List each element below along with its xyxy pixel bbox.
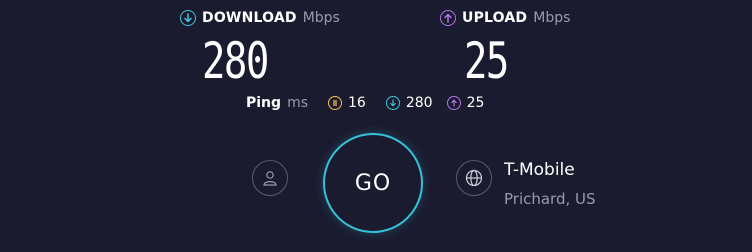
- download-header: DOWNLOAD Mbps: [180, 10, 340, 26]
- ping-download-value: 280: [405, 95, 433, 111]
- provider-location[interactable]: Prichard, US: [504, 190, 596, 208]
- provider-name[interactable]: T-Mobile: [504, 160, 575, 180]
- upload-unit: Mbps: [533, 10, 571, 26]
- ping-download: 280: [385, 95, 433, 111]
- download-unit: Mbps: [302, 10, 340, 26]
- ping-unit: ms: [287, 95, 308, 111]
- ping-row: Ping ms 16 280 25: [246, 95, 484, 111]
- upload-label: UPLOAD: [462, 10, 528, 26]
- latency-icon: [328, 96, 342, 110]
- ping-label: Ping: [246, 95, 282, 111]
- server-button[interactable]: [456, 160, 492, 196]
- arrow-down-circle-icon: [180, 10, 196, 26]
- ping-latency-value: 16: [348, 95, 366, 111]
- upload-metric: UPLOAD Mbps 25: [440, 10, 570, 86]
- ping-upload-value: 25: [466, 95, 485, 111]
- arrow-up-circle-icon: [440, 10, 456, 26]
- user-button[interactable]: [252, 160, 288, 196]
- download-value: 280: [202, 32, 269, 90]
- ping-arrow-down-icon: [385, 96, 400, 110]
- ping-latency: 16: [328, 95, 366, 111]
- globe-icon: [465, 169, 483, 187]
- download-label: DOWNLOAD: [202, 10, 297, 26]
- go-button-label: GO: [354, 170, 392, 196]
- upload-header: UPLOAD Mbps: [440, 10, 570, 26]
- download-metric: DOWNLOAD Mbps 280: [180, 10, 340, 86]
- ping-arrow-up-icon: [446, 96, 461, 110]
- ping-upload: 25: [446, 95, 485, 111]
- upload-value: 25: [464, 32, 509, 90]
- go-button[interactable]: GO: [323, 133, 423, 233]
- user-icon: [263, 171, 277, 186]
